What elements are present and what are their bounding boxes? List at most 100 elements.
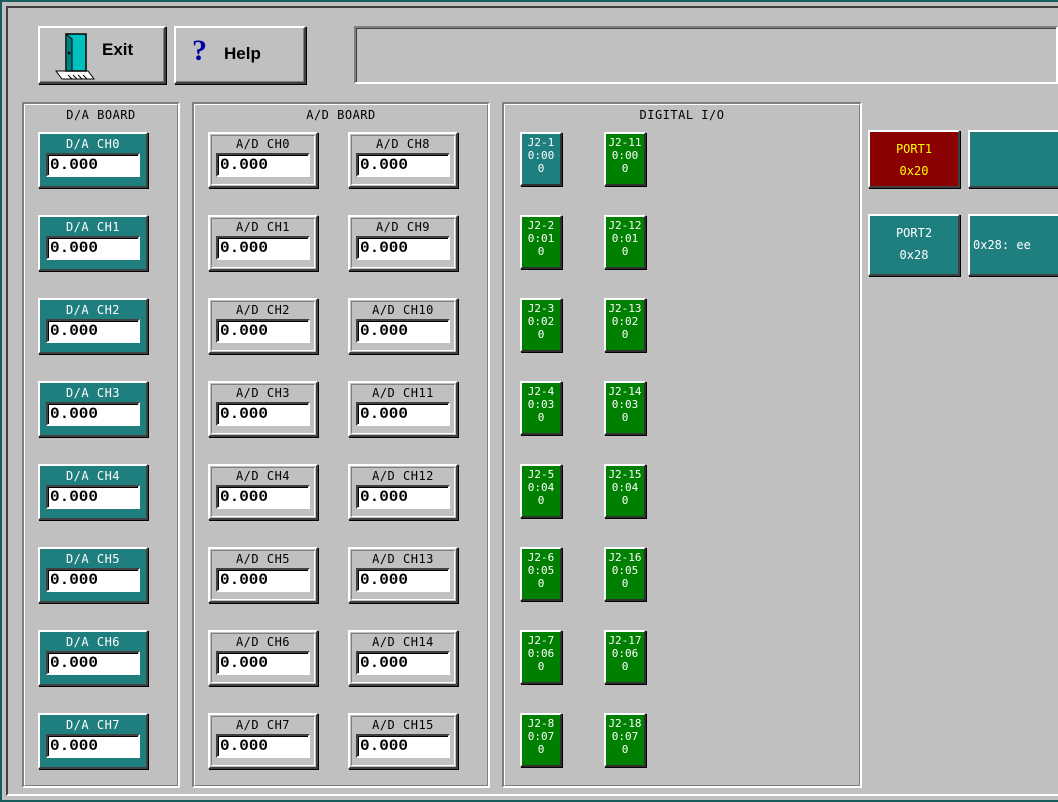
ad-channel-label: A/D CH5 <box>235 552 291 566</box>
dio-bit-j2-3[interactable]: J2-3 0:02 0 <box>520 298 562 352</box>
ad-channel-label: A/D CH8 <box>375 137 431 151</box>
dio-pin: J2-5 <box>527 468 555 481</box>
port2-address: 0x28 <box>899 248 929 262</box>
ad-channel-value[interactable]: 0.000 <box>216 485 310 509</box>
da-channel-label: D/A CH4 <box>65 469 121 483</box>
da-board-title: D/A BOARD <box>66 108 136 122</box>
da-channel-label: D/A CH5 <box>65 552 121 566</box>
ad-channel-2: A/D CH2 0.000 <box>208 298 318 354</box>
ad-channel-14: A/D CH14 0.000 <box>348 630 458 686</box>
dio-bit-j2-1[interactable]: J2-1 0:00 0 <box>520 132 562 186</box>
dio-bit-j2-5[interactable]: J2-5 0:04 0 <box>520 464 562 518</box>
dio-addr: 0:01 <box>611 232 639 245</box>
dio-state: 0 <box>621 162 629 175</box>
exit-button[interactable]: Exit <box>38 26 166 84</box>
dio-bit-j2-16[interactable]: J2-16 0:05 0 <box>604 547 646 601</box>
ad-channel-label: A/D CH13 <box>372 552 434 566</box>
ad-channel-label: A/D CH3 <box>235 386 291 400</box>
port1-address: 0x20 <box>899 164 929 178</box>
dio-state: 0 <box>537 411 545 424</box>
dio-addr: 0:02 <box>527 315 555 328</box>
da-channel-5: D/A CH5 0.000 <box>38 547 148 603</box>
help-label: Help <box>224 44 261 63</box>
da-channel-1: D/A CH1 0.000 <box>38 215 148 271</box>
da-channel-label: D/A CH6 <box>65 635 121 649</box>
dio-pin: J2-8 <box>527 717 555 730</box>
ad-channel-value[interactable]: 0.000 <box>356 485 450 509</box>
dio-addr: 0:03 <box>527 398 555 411</box>
da-channel-value[interactable]: 0.000 <box>46 485 140 509</box>
ad-channel-value[interactable]: 0.000 <box>356 402 450 426</box>
ad-channel-9: A/D CH9 0.000 <box>348 215 458 271</box>
exit-label: Exit <box>102 40 134 59</box>
dio-state: 0 <box>621 494 629 507</box>
dio-bit-j2-7[interactable]: J2-7 0:06 0 <box>520 630 562 684</box>
dio-state: 0 <box>537 743 545 756</box>
port2-button[interactable]: PORT2 0x28 <box>868 214 960 276</box>
ad-channel-value[interactable]: 0.000 <box>356 734 450 758</box>
ad-channel-12: A/D CH12 0.000 <box>348 464 458 520</box>
digital-io-panel: DIGITAL I/O <box>502 102 862 788</box>
dio-bit-j2-8[interactable]: J2-8 0:07 0 <box>520 713 562 767</box>
dio-addr: 0:06 <box>527 647 555 660</box>
ad-channel-8: A/D CH8 0.000 <box>348 132 458 188</box>
da-channel-6: D/A CH6 0.000 <box>38 630 148 686</box>
da-channel-value[interactable]: 0.000 <box>46 153 140 177</box>
dio-addr: 0:02 <box>611 315 639 328</box>
da-channel-value[interactable]: 0.000 <box>46 651 140 675</box>
ad-channel-value[interactable]: 0.000 <box>356 319 450 343</box>
da-channel-value[interactable]: 0.000 <box>46 402 140 426</box>
dio-bit-j2-13[interactable]: J2-13 0:02 0 <box>604 298 646 352</box>
ad-channel-3: A/D CH3 0.000 <box>208 381 318 437</box>
ad-channel-value[interactable]: 0.000 <box>216 402 310 426</box>
dio-addr: 0:07 <box>527 730 555 743</box>
help-button[interactable]: ? Help <box>174 26 306 84</box>
da-channel-label: D/A CH1 <box>65 220 121 234</box>
ad-channel-4: A/D CH4 0.000 <box>208 464 318 520</box>
dio-addr: 0:00 <box>611 149 639 162</box>
ad-channel-value[interactable]: 0.000 <box>216 153 310 177</box>
ad-channel-value[interactable]: 0.000 <box>356 568 450 592</box>
dio-bit-j2-17[interactable]: J2-17 0:06 0 <box>604 630 646 684</box>
dio-bit-j2-18[interactable]: J2-18 0:07 0 <box>604 713 646 767</box>
dio-pin: J2-3 <box>527 302 555 315</box>
port1-value-display <box>968 130 1058 188</box>
dio-addr: 0:06 <box>611 647 639 660</box>
dio-bit-j2-14[interactable]: J2-14 0:03 0 <box>604 381 646 435</box>
dio-pin: J2-18 <box>608 717 642 730</box>
dio-pin: J2-1 <box>527 136 555 149</box>
dio-pin: J2-16 <box>608 551 642 564</box>
ad-channel-value[interactable]: 0.000 <box>356 153 450 177</box>
dio-addr: 0:04 <box>527 481 555 494</box>
ad-channel-13: A/D CH13 0.000 <box>348 547 458 603</box>
dio-bit-j2-2[interactable]: J2-2 0:01 0 <box>520 215 562 269</box>
ad-channel-value[interactable]: 0.000 <box>216 236 310 260</box>
dio-bit-j2-12[interactable]: J2-12 0:01 0 <box>604 215 646 269</box>
port2-value: 0x28: ee <box>973 238 1031 252</box>
ad-channel-label: A/D CH10 <box>372 303 434 317</box>
ad-channel-label: A/D CH6 <box>235 635 291 649</box>
port1-name: PORT1 <box>895 142 933 156</box>
ad-channel-value[interactable]: 0.000 <box>216 568 310 592</box>
ad-channel-value[interactable]: 0.000 <box>216 734 310 758</box>
da-channel-value[interactable]: 0.000 <box>46 568 140 592</box>
ad-channel-value[interactable]: 0.000 <box>356 236 450 260</box>
da-channel-3: D/A CH3 0.000 <box>38 381 148 437</box>
dio-bit-j2-15[interactable]: J2-15 0:04 0 <box>604 464 646 518</box>
ad-channel-label: A/D CH0 <box>235 137 291 151</box>
port1-button[interactable]: PORT1 0x20 <box>868 130 960 188</box>
ad-channel-value[interactable]: 0.000 <box>216 319 310 343</box>
da-channel-value[interactable]: 0.000 <box>46 319 140 343</box>
dio-bit-j2-6[interactable]: J2-6 0:05 0 <box>520 547 562 601</box>
dio-addr: 0:05 <box>611 564 639 577</box>
ad-channel-value[interactable]: 0.000 <box>216 651 310 675</box>
da-channel-label: D/A CH3 <box>65 386 121 400</box>
ad-channel-value[interactable]: 0.000 <box>356 651 450 675</box>
dio-bit-j2-4[interactable]: J2-4 0:03 0 <box>520 381 562 435</box>
da-channel-value[interactable]: 0.000 <box>46 734 140 758</box>
dio-state: 0 <box>621 660 629 673</box>
dio-bit-j2-11[interactable]: J2-11 0:00 0 <box>604 132 646 186</box>
ad-channel-label: A/D CH2 <box>235 303 291 317</box>
ad-channel-5: A/D CH5 0.000 <box>208 547 318 603</box>
da-channel-value[interactable]: 0.000 <box>46 236 140 260</box>
